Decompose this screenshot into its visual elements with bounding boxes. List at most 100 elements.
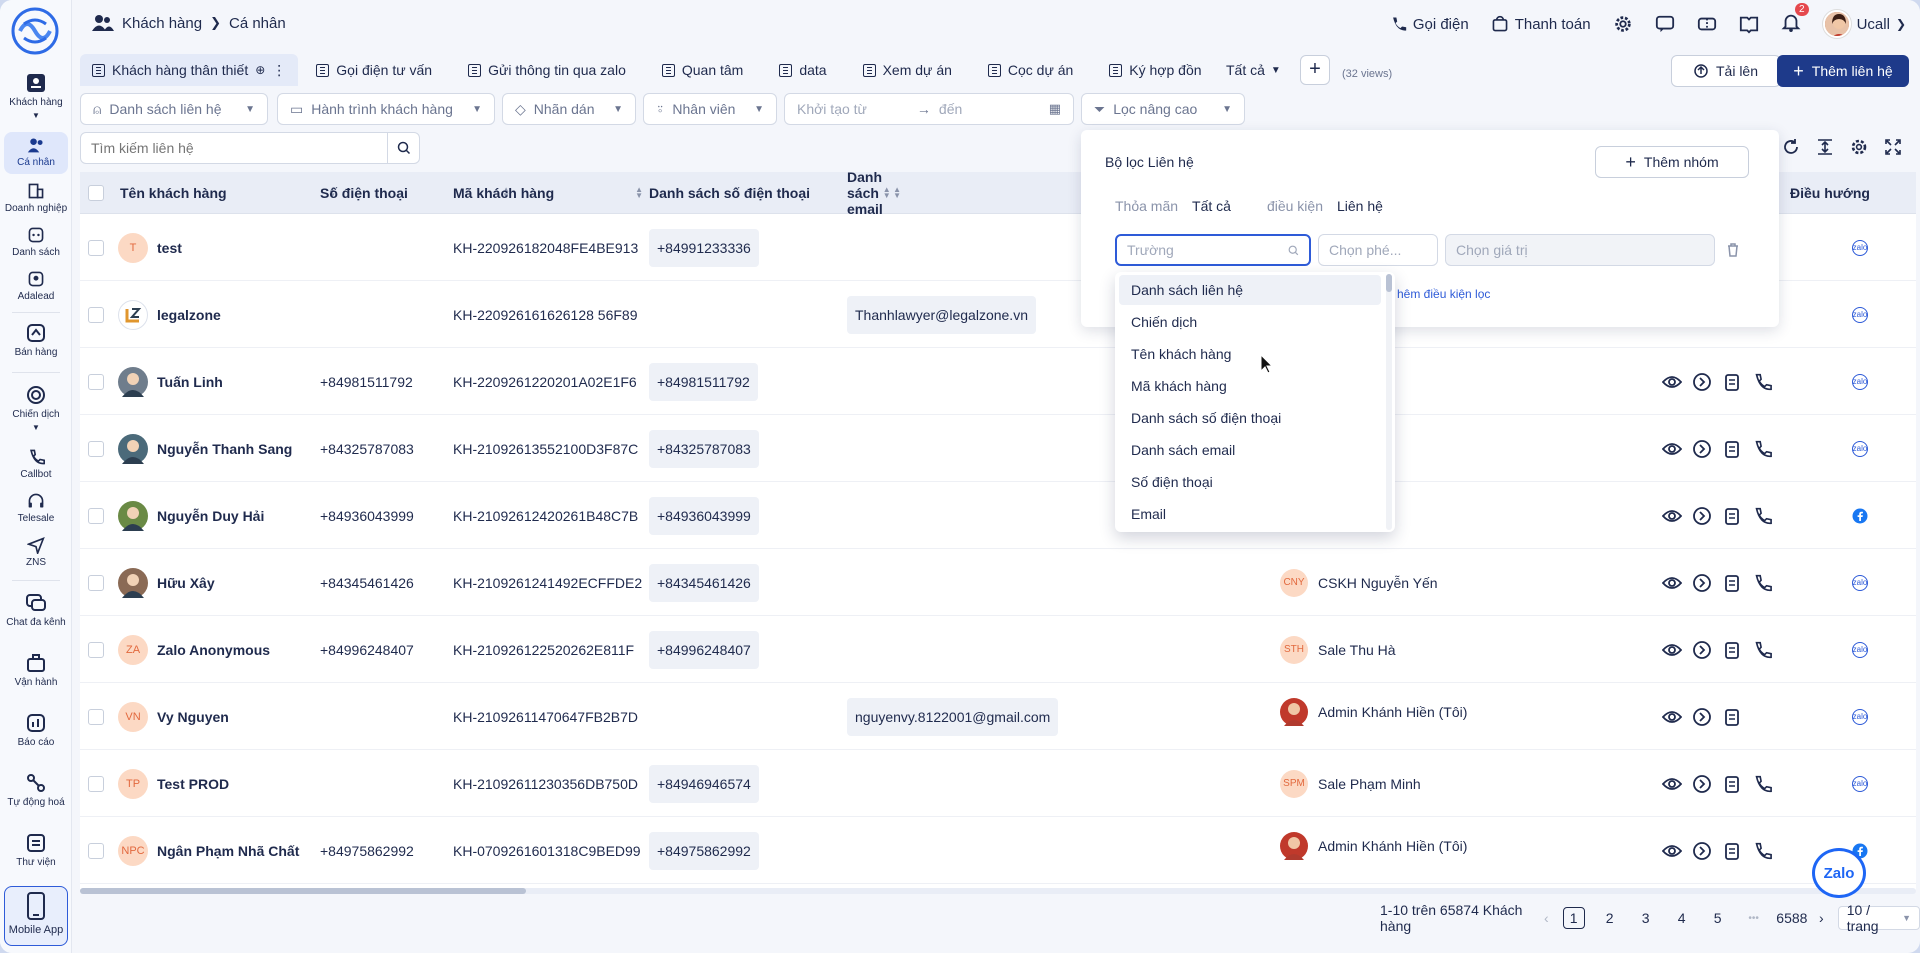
search-button[interactable] [387,133,419,163]
task-icon[interactable] [1722,841,1742,861]
row-checkbox[interactable] [88,415,118,482]
phone-icon[interactable] [1752,439,1772,459]
phone-value[interactable]: +84325787083 [320,441,414,457]
table-row[interactable]: VN Vy Nguyen KH-21092611470647FB2B7D nguyen… [80,683,1916,750]
add-contact-button[interactable]: + Thêm liên hệ [1777,55,1909,87]
add-group-button[interactable]: + Thêm nhóm [1595,146,1749,178]
sidebar-item-telesale[interactable]: Telesale [4,492,68,524]
tab-deposit[interactable]: Cọc dự án [970,54,1091,86]
object-select[interactable]: Liên hệ [1337,198,1383,214]
table-row[interactable]: Nguyễn Thanh Sang +84325787083 KH-21092613… [80,415,1916,482]
customer-name[interactable]: Nguyễn Duy Hải [157,508,264,524]
customer-name[interactable]: Zalo Anonymous [157,642,270,658]
column-header-name[interactable]: Tên khách hàng ▲ ▼ [120,172,346,214]
phone-chip[interactable]: +84325787083 [649,429,759,468]
more-icon[interactable]: ⋮ [272,62,286,79]
add-view-button[interactable]: + [1300,55,1330,85]
task-icon[interactable] [1722,506,1742,526]
filter-date-range[interactable]: Khởi tạo từ → đến ▦ [784,93,1074,125]
refresh-icon[interactable] [1782,138,1800,156]
arrow-right-circle-icon[interactable] [1692,439,1712,459]
eye-icon[interactable] [1662,573,1682,593]
fullscreen-icon[interactable] [1884,138,1902,156]
date-to-input[interactable]: đến [939,101,962,117]
page-4[interactable]: 4 [1671,907,1693,929]
select-all-checkbox[interactable] [88,172,118,214]
scrollbar-thumb[interactable] [1386,274,1392,292]
dropdown-option[interactable]: Danh sách số điện thoại [1119,403,1381,433]
field-select-input[interactable]: Trường [1115,234,1311,266]
notification-button[interactable]: 2 [1781,3,1809,36]
phone-icon[interactable] [1752,506,1772,526]
sidebar-item-customers[interactable]: Khách hàng ▼ [4,72,68,121]
phone-icon[interactable] [1752,573,1772,593]
upload-button[interactable]: Tải lên [1671,55,1781,87]
add-condition-link[interactable]: hêm điều kiện lọc [1397,287,1490,301]
column-header-code[interactable]: Mã khách hàng ▲ ▼ [453,172,653,214]
ticket-icon[interactable] [1697,14,1717,34]
customer-name-cell[interactable]: Nguyễn Duy Hải [118,482,318,549]
zalo-icon[interactable]: zalo [1852,574,1868,591]
phone-chip[interactable]: +84975862992 [649,831,759,870]
sidebar-item-reports[interactable]: Báo cáo [4,712,68,748]
phone-chip[interactable]: +84991233336 [649,228,759,267]
tab-data[interactable]: data [761,54,844,86]
user-menu[interactable]: Ucall ❯ [1822,10,1906,38]
phone-value[interactable]: +84996248407 [320,642,414,658]
book-icon[interactable] [1739,14,1759,34]
horizontal-scrollbar[interactable] [80,888,1916,894]
task-icon[interactable] [1722,372,1742,392]
trash-icon[interactable] [1725,242,1741,258]
arrow-right-circle-icon[interactable] [1692,841,1712,861]
table-row[interactable]: TP Test PROD KH-21092611230356DB750D +84946… [80,750,1916,817]
phone-icon[interactable] [1752,640,1772,660]
customer-name-cell[interactable]: NPC Ngân Phạm Nhã Chất [118,817,318,884]
arrow-right-circle-icon[interactable] [1692,506,1712,526]
phone-value[interactable]: +84936043999 [320,508,414,524]
tab-interest[interactable]: Quan tâm [644,54,761,86]
search-input[interactable] [81,133,387,163]
value-select[interactable]: Chọn giá trị [1445,234,1715,266]
table-row[interactable]: ZA Zalo Anonymous +84996248407 KH-210926122… [80,616,1916,683]
sidebar-item-omnichat[interactable]: Chat đa kênh [4,592,68,628]
phone-chip[interactable]: +84996248407 [649,630,759,669]
arrow-right-circle-icon[interactable] [1692,774,1712,794]
customer-name-cell[interactable]: TP Test PROD [118,750,318,817]
gear-icon[interactable] [1613,14,1633,34]
match-mode-select[interactable]: Tất cả [1192,198,1231,214]
tab-loyal-customers[interactable]: Khách hàng thân thiết ⊕ ⋮ [80,54,299,86]
page-1[interactable]: 1 [1562,907,1585,929]
customer-name-cell[interactable]: Tuấn Linh [118,348,318,415]
sidebar-item-library[interactable]: Thư viện [4,832,68,868]
zalo-icon[interactable]: zalo [1852,440,1868,457]
phone-chip[interactable]: +84946946574 [649,764,759,803]
sort-icon[interactable]: ▲ ▼ [635,186,643,200]
sidebar-item-sales[interactable]: Bán hàng [4,322,68,358]
phone-icon[interactable] [1752,372,1772,392]
filter-contact-list[interactable]: ⍝ Danh sách liên hệ ▼ [80,93,268,125]
eye-icon[interactable] [1662,640,1682,660]
customer-name[interactable]: Hữu Xây [157,575,215,591]
eye-icon[interactable] [1662,506,1682,526]
breadcrumb-root[interactable]: Khách hàng [122,15,202,32]
customer-name-cell[interactable]: legalzone [118,281,318,348]
sidebar-item-business[interactable]: Doanh nghiệp [4,182,68,214]
table-row[interactable]: NPC Ngân Phạm Nhã Chất +84975862992 KH-0709… [80,817,1916,884]
zalo-icon[interactable]: zalo [1852,775,1868,792]
row-checkbox[interactable] [88,750,118,817]
eye-icon[interactable] [1662,841,1682,861]
mobile-app-button[interactable]: Mobile App [4,886,68,946]
filter-journey[interactable]: ▭ Hành trình khách hàng ▼ [277,93,495,125]
dropdown-option[interactable]: Mã khách hàng [1119,371,1381,401]
dropdown-option[interactable]: Số điện thoại [1119,467,1381,497]
dropdown-option[interactable]: Tên khách hàng [1119,339,1381,369]
gear-icon[interactable] [1850,138,1868,156]
table-row[interactable]: Tuấn Linh +84981511792 KH-2209261220201A02… [80,348,1916,415]
tab-contract[interactable]: Ký hợp đồn [1091,54,1202,86]
table-row[interactable]: Nguyễn Duy Hải +84936043999 KH-21092612420… [80,482,1916,549]
phone-chip[interactable]: +84936043999 [649,496,759,535]
customer-name[interactable]: Tuấn Linh [157,374,223,390]
task-icon[interactable] [1722,774,1742,794]
zalo-icon[interactable]: zalo [1852,708,1868,725]
page-2[interactable]: 2 [1599,907,1621,929]
